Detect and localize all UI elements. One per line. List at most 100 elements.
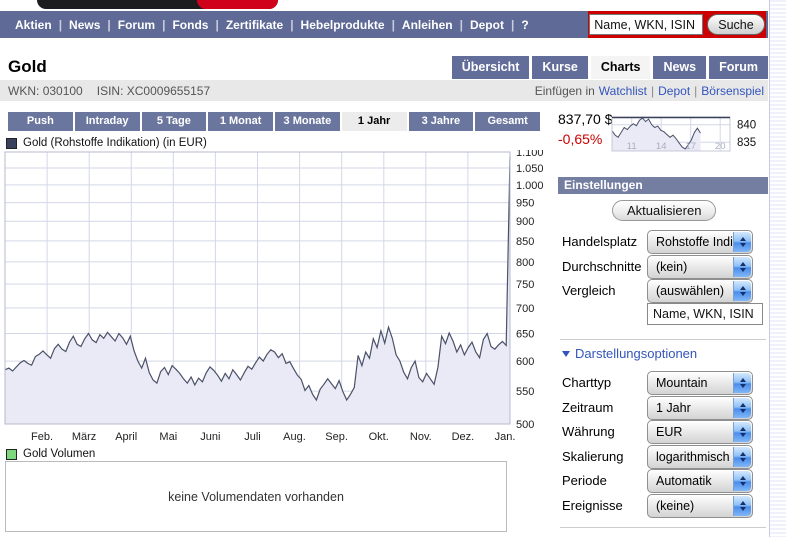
skalierung-label: Skalierung (562, 449, 623, 464)
periode-row: Periode Automatik (562, 469, 768, 492)
svg-text:800: 800 (516, 257, 534, 269)
svg-text:600: 600 (516, 356, 534, 368)
link-separator: | (651, 84, 654, 98)
tab-uebersicht[interactable]: Übersicht (452, 56, 530, 79)
period-tab-3jahre[interactable]: 3 Jahre (409, 112, 474, 131)
svg-text:Juni: Juni (200, 431, 220, 443)
svg-text:Sep.: Sep. (325, 431, 348, 443)
nav-item-fonds[interactable]: Fonds (165, 18, 215, 32)
svg-text:900: 900 (516, 216, 534, 228)
quote-change: -0,65% (558, 131, 602, 147)
waehrung-row: Währung EUR (562, 420, 768, 443)
vergleich-value: (auswählen) (648, 284, 724, 298)
svg-text:700: 700 (516, 303, 534, 315)
sparkline-svg[interactable]: 11141720840835 (610, 114, 768, 156)
period-tab-5tage[interactable]: 5 Tage (142, 112, 207, 131)
svg-text:März: März (72, 431, 96, 443)
period-tab-push[interactable]: Push (8, 112, 73, 131)
nav-item-news[interactable]: News (62, 18, 107, 32)
charttyp-value: Mountain (648, 376, 707, 390)
tab-news[interactable]: News (653, 56, 706, 79)
chart-legend: Gold (Rohstoffe Indikation) (in EUR) (6, 137, 207, 149)
boersenspiel-link[interactable]: Börsenspiel (701, 84, 764, 98)
nav-item-depot[interactable]: Depot (463, 18, 511, 32)
stepper-icon (733, 232, 751, 252)
tab-charts[interactable]: Charts (591, 56, 651, 79)
search-block: Suche (588, 11, 766, 38)
period-tab-gesamt[interactable]: Gesamt (475, 112, 540, 131)
ereignisse-select[interactable]: (keine) (647, 494, 753, 518)
section-tabs: Übersicht Kurse Charts News Forum (452, 56, 768, 79)
search-input[interactable] (589, 14, 703, 35)
nav-item-anleihen[interactable]: Anleihen (395, 18, 460, 32)
link-separator: | (694, 84, 697, 98)
svg-text:20: 20 (715, 141, 726, 152)
period-tab-1monat[interactable]: 1 Monat (208, 112, 273, 131)
waehrung-select[interactable]: EUR (647, 420, 753, 444)
svg-text:Feb.: Feb. (31, 431, 53, 443)
vergleich-select[interactable]: (auswählen) (647, 279, 753, 303)
nav-item-hebelprodukte[interactable]: Hebelprodukte (294, 18, 392, 32)
svg-text:840: 840 (737, 120, 756, 132)
skalierung-select[interactable]: logarithmisch (647, 445, 753, 469)
watchlist-link[interactable]: Watchlist (599, 84, 647, 98)
page-background-stripes (769, 0, 786, 537)
svg-text:Nov.: Nov. (410, 431, 432, 443)
ereignisse-label: Ereignisse (562, 498, 623, 513)
handelsplatz-row: Handelsplatz Rohstoffe Indik (562, 230, 768, 253)
stepper-icon (733, 496, 751, 516)
volume-panel: keine Volumendaten vorhanden (5, 461, 507, 532)
site-logo[interactable] (37, 0, 278, 9)
collapse-triangle-icon (562, 351, 570, 357)
page-title: Gold (8, 57, 47, 77)
svg-text:550: 550 (516, 386, 534, 398)
refresh-button[interactable]: Aktualisieren (612, 200, 716, 221)
period-tab-3monate[interactable]: 3 Monate (275, 112, 340, 131)
quote-price: 837,70 $ (558, 111, 613, 127)
skalierung-row: Skalierung logarithmisch (562, 445, 768, 468)
svg-text:Mai: Mai (159, 431, 177, 443)
depot-link[interactable]: Depot (658, 84, 690, 98)
handelsplatz-label: Handelsplatz (562, 234, 637, 249)
svg-text:Juli: Juli (244, 431, 261, 443)
display-options-title: Darstellungsoptionen (575, 346, 697, 361)
vergleich-row: Vergleich (auswählen) (562, 279, 768, 302)
zeitraum-select[interactable]: 1 Jahr (647, 396, 753, 420)
stepper-icon (733, 257, 751, 277)
periode-select[interactable]: Automatik (647, 469, 753, 493)
divider (560, 339, 766, 340)
svg-text:1.050: 1.050 (516, 163, 544, 175)
volume-empty-message: keine Volumendaten vorhanden (168, 490, 344, 504)
compare-search-input[interactable] (647, 303, 763, 325)
volume-legend-label: Gold Volumen (23, 448, 95, 460)
stepper-icon (733, 373, 751, 393)
display-options-toggle[interactable]: Darstellungsoptionen (562, 346, 697, 361)
tab-kurse[interactable]: Kurse (532, 56, 587, 79)
svg-text:Okt.: Okt. (369, 431, 389, 443)
durchschnitte-row: Durchschnitte (kein) (562, 255, 768, 278)
charttyp-select[interactable]: Mountain (647, 371, 753, 395)
stepper-icon (733, 398, 751, 418)
tab-forum[interactable]: Forum (709, 56, 768, 79)
durchschnitte-select[interactable]: (kein) (647, 255, 753, 279)
zeitraum-row: Zeitraum 1 Jahr (562, 396, 768, 419)
svg-text:Dez.: Dez. (452, 431, 475, 443)
volume-color-swatch-icon (6, 449, 17, 460)
period-tab-intraday[interactable]: Intraday (75, 112, 140, 131)
waehrung-label: Währung (562, 424, 615, 439)
nav-item-help[interactable]: ? (514, 18, 535, 32)
settings-panel-header: Einstellungen (558, 177, 768, 194)
instrument-infobar: WKN: 030100 ISIN: XC0009655157 Einfügen … (0, 80, 768, 101)
nav-item-zertifikate[interactable]: Zertifikate (219, 18, 290, 32)
nav-item-forum[interactable]: Forum (111, 18, 162, 32)
isin-value: ISIN: XC0009655157 (97, 84, 210, 98)
period-tab-1jahr[interactable]: 1 Jahr (342, 112, 407, 131)
svg-text:14: 14 (656, 141, 667, 152)
main-chart-svg[interactable]: 5005506006507007508008509009501.0001.050… (0, 150, 545, 446)
stepper-icon (733, 471, 751, 491)
search-button[interactable]: Suche (707, 14, 764, 35)
nav-item-aktien[interactable]: Aktien (8, 18, 59, 32)
waehrung-value: EUR (648, 425, 682, 439)
handelsplatz-select[interactable]: Rohstoffe Indik (647, 230, 753, 254)
divider (560, 527, 766, 528)
